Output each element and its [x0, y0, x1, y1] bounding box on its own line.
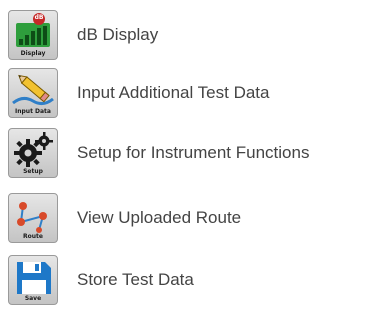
- icon-caption: Display: [20, 50, 46, 57]
- menu-item-label: View Uploaded Route: [77, 208, 242, 227]
- menu-item-label: Store Test Data: [77, 270, 194, 289]
- menu-item-view-uploaded-route[interactable]: Route View Uploaded Route: [8, 193, 368, 243]
- pencil-input-icon[interactable]: Input Data: [8, 68, 58, 118]
- db-badge: dB: [34, 14, 44, 21]
- icon-caption: Input Data: [15, 108, 51, 115]
- menu-item-db-display[interactable]: dB Display dB Display: [8, 10, 368, 60]
- icon-caption: Save: [24, 295, 42, 302]
- menu-item-input-additional-test-data[interactable]: Input Data Input Additional Test Data: [8, 68, 368, 118]
- menu-item-store-test-data[interactable]: Save Store Test Data: [8, 255, 368, 305]
- menu-item-setup-instrument-functions[interactable]: Setup Setup for Instrument Functions: [8, 128, 368, 178]
- icon-caption: Setup: [23, 168, 43, 175]
- menu-item-label: dB Display: [77, 25, 159, 44]
- menu-item-label: Setup for Instrument Functions: [77, 143, 310, 162]
- icon-caption: Route: [23, 233, 43, 240]
- route-icon[interactable]: Route: [8, 193, 58, 243]
- db-display-icon[interactable]: dB Display: [8, 10, 58, 60]
- floppy-save-icon[interactable]: Save: [8, 255, 58, 305]
- menu-item-label: Input Additional Test Data: [77, 83, 270, 102]
- gears-setup-icon[interactable]: Setup: [8, 128, 58, 178]
